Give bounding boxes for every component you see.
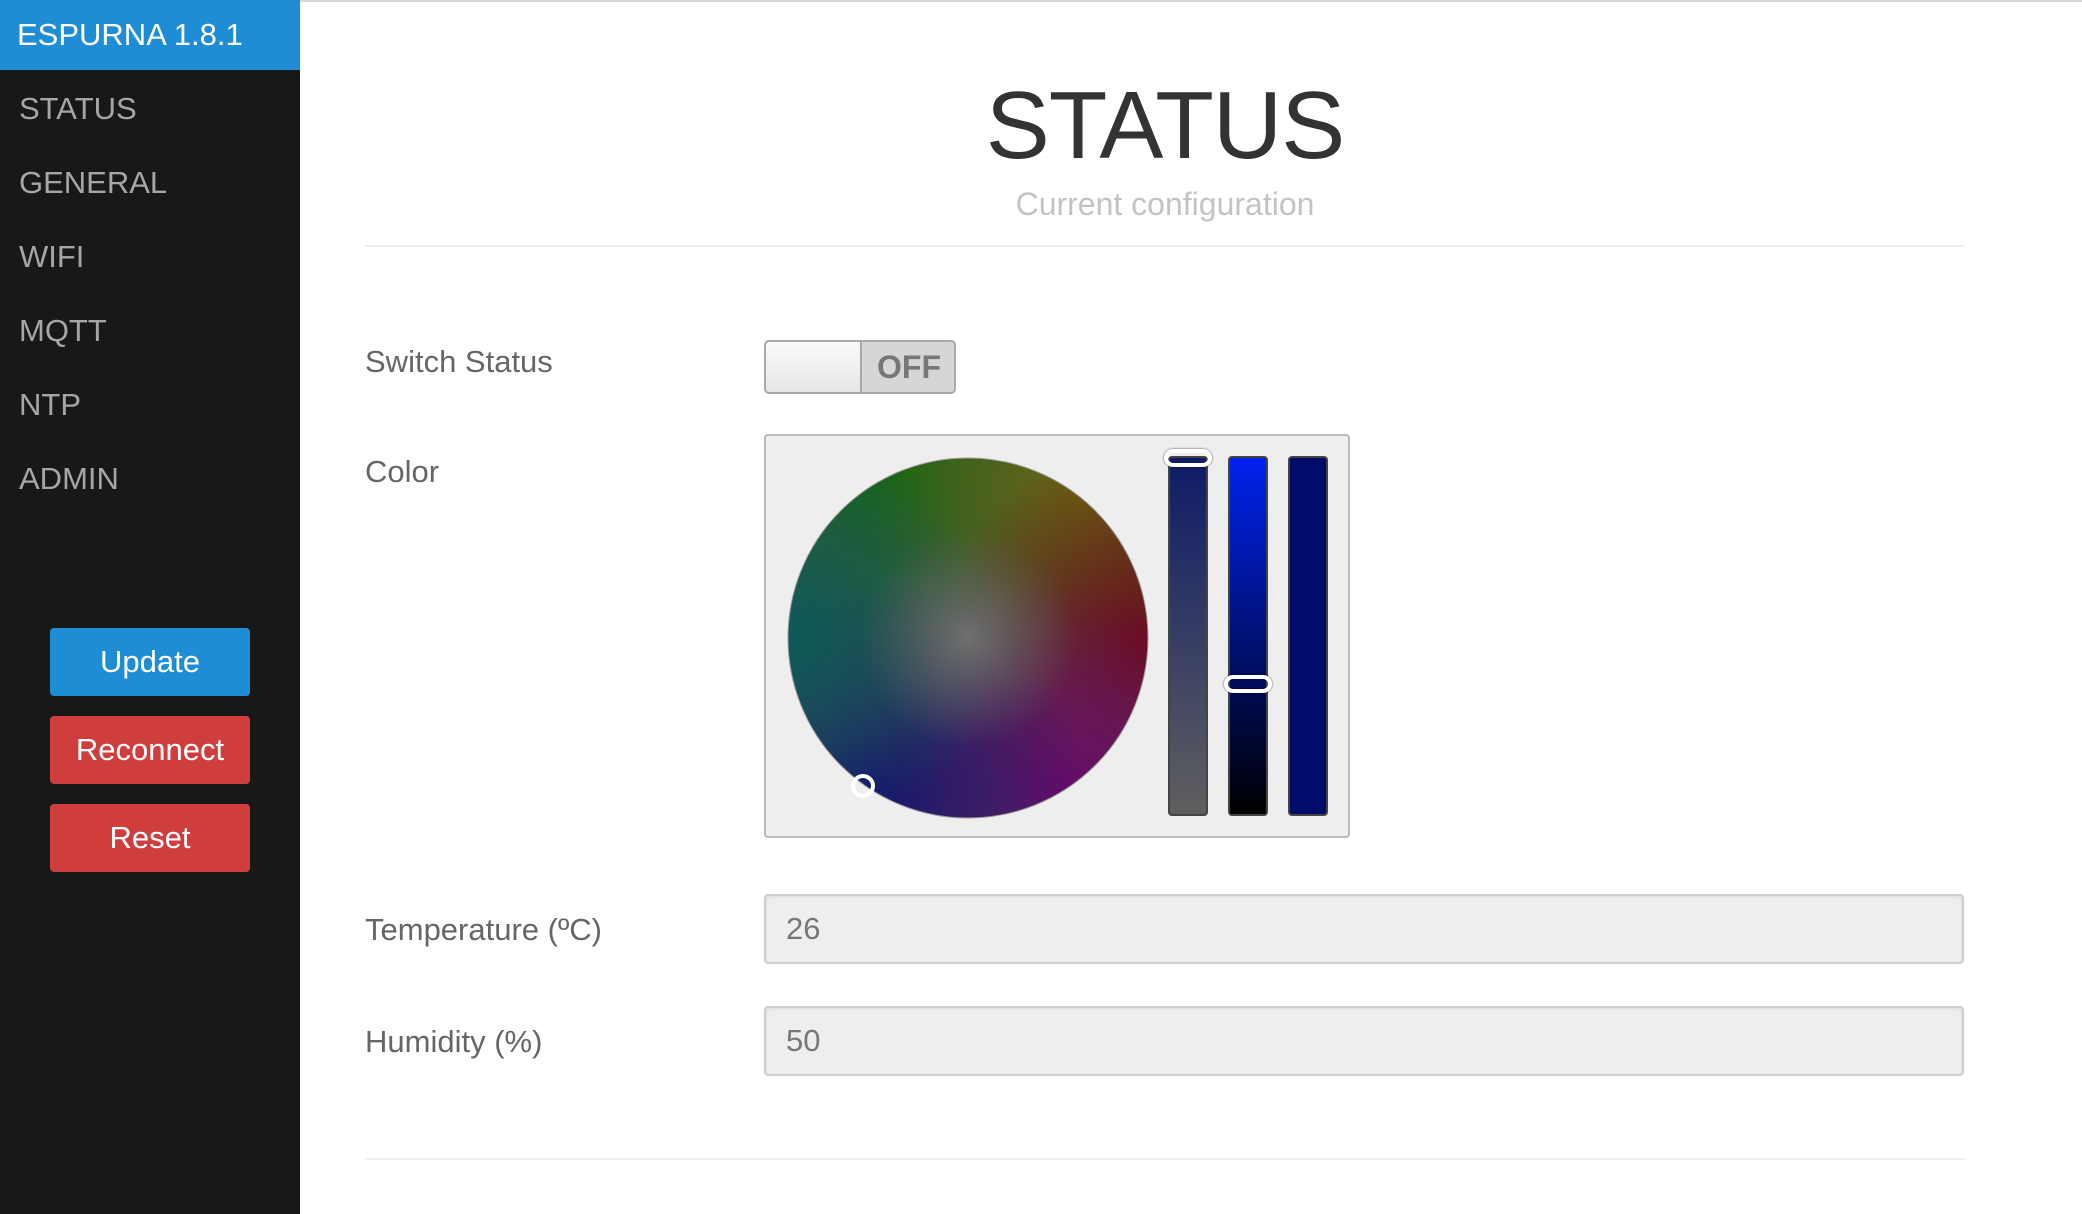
sidebar-item-admin[interactable]: ADMIN	[0, 442, 300, 516]
page-title: STATUS	[985, 72, 1345, 179]
saturation-slider[interactable]	[1164, 449, 1212, 816]
reset-button[interactable]: Reset	[50, 804, 250, 872]
color-label: Color	[365, 454, 440, 489]
page-header: STATUS Current configuration	[365, 70, 1965, 226]
saturation-slider-handle[interactable]	[1164, 449, 1212, 467]
sidebar-item-mqtt[interactable]: MQTT	[0, 294, 300, 368]
humidity-field[interactable]	[764, 1006, 1964, 1076]
humidity-label: Humidity (%)	[365, 1024, 543, 1059]
color-preview-bar	[1288, 456, 1328, 816]
sidebar-item-status[interactable]: STATUS	[0, 72, 300, 146]
switch-status-label: Switch Status	[365, 344, 553, 379]
brightness-slider[interactable]	[1224, 456, 1272, 816]
color-picker	[764, 434, 1350, 838]
update-button[interactable]: Update	[50, 628, 250, 696]
footer-divider	[365, 1158, 1965, 1160]
page-subtitle: Current configuration	[1015, 186, 1315, 222]
top-border	[300, 0, 2082, 2]
switch-status-toggle[interactable]: OFF	[764, 340, 956, 394]
sidebar-item-wifi[interactable]: WIFI	[0, 220, 300, 294]
reconnect-button[interactable]: Reconnect	[50, 716, 250, 784]
temperature-label: Temperature (ºC)	[365, 912, 602, 947]
toggle-state-text: OFF	[877, 349, 941, 385]
color-wheel[interactable]	[786, 456, 1150, 820]
brand-link[interactable]: ESPURNA 1.8.1	[0, 0, 300, 70]
brightness-slider-handle[interactable]	[1224, 675, 1272, 693]
header-divider	[365, 245, 1965, 247]
temperature-field[interactable]	[764, 894, 1964, 964]
toggle-knob[interactable]	[766, 342, 862, 392]
sidebar: ESPURNA 1.8.1 STATUS GENERAL WIFI MQTT N…	[0, 0, 300, 1214]
sidebar-item-ntp[interactable]: NTP	[0, 368, 300, 442]
sidebar-menu: STATUS GENERAL WIFI MQTT NTP ADMIN	[0, 72, 300, 516]
sidebar-item-general[interactable]: GENERAL	[0, 146, 300, 220]
